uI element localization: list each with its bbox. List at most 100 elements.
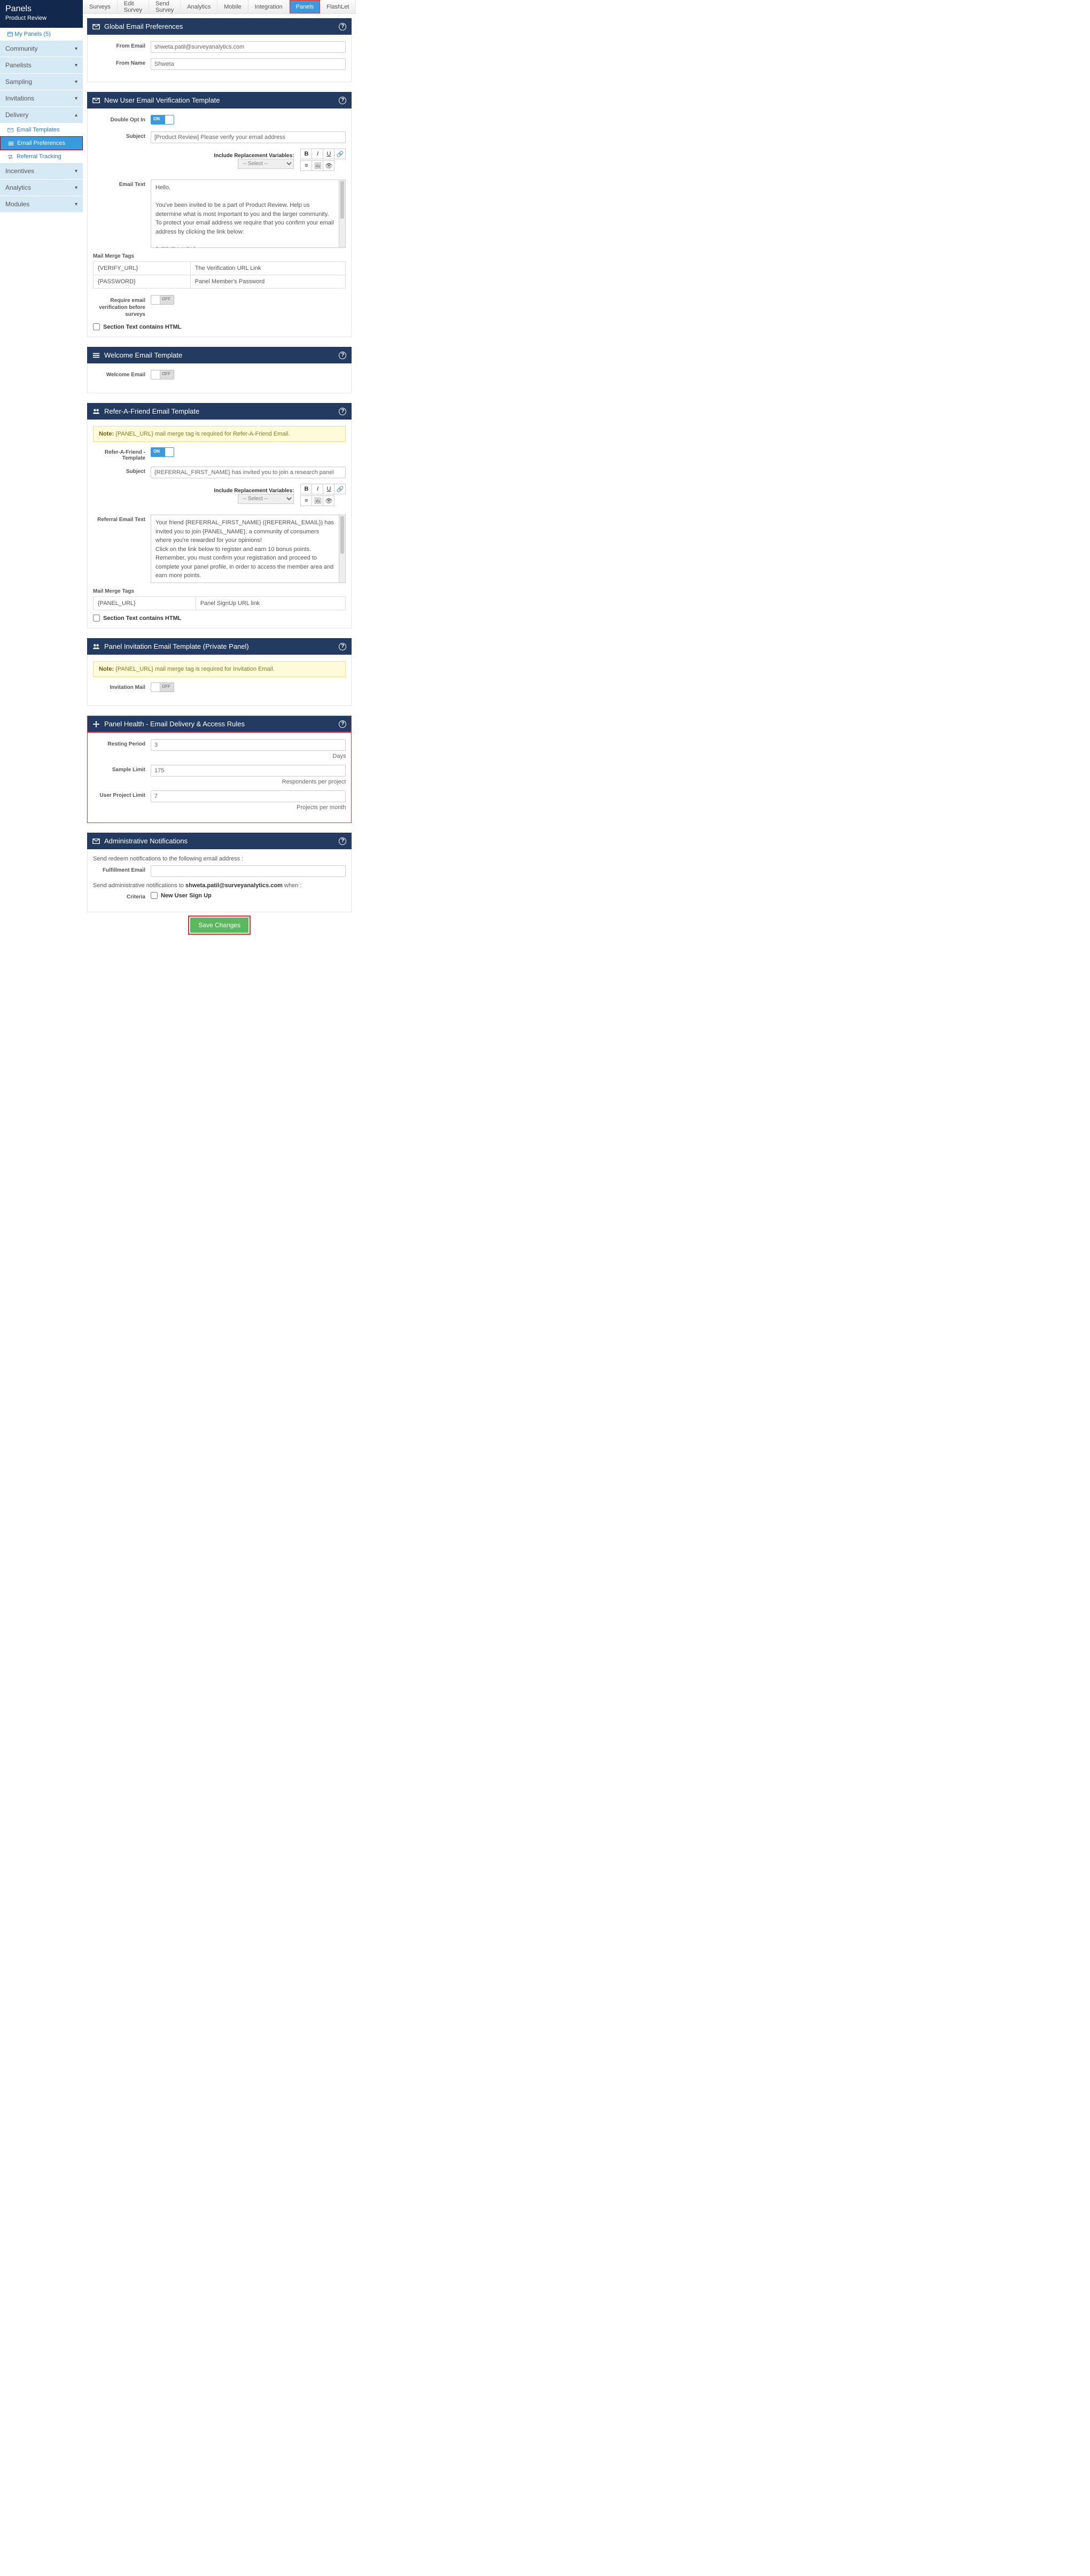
sidebar-header: Panels Product Review [0,0,83,28]
preview-button[interactable]: 👁 [323,495,334,506]
help-icon[interactable]: ? [339,23,346,30]
nav-flashlet[interactable]: FlashLet [320,0,356,13]
align-button[interactable]: ≡ [300,495,312,506]
refer-subject-input[interactable] [151,467,346,478]
nav-mobile[interactable]: Mobile [217,0,248,13]
global-email-header: Global Email Preferences ? [87,18,352,35]
link-button[interactable]: 🔗 [334,149,346,159]
panel-title: Global Email Preferences [104,22,183,30]
irv-select[interactable]: -- Select -- [238,494,294,504]
irv-label: Include Replacement Variables: [214,153,294,159]
underline-button[interactable]: U [323,484,334,494]
fulfillment-input[interactable] [151,865,346,877]
envelope-icon [92,23,100,30]
email-text-label: Email Text [93,180,151,188]
sidebar-item-email-preferences[interactable]: Email Preferences [0,136,83,150]
link-button[interactable]: 🔗 [334,484,346,494]
irv-select[interactable]: -- Select -- [238,159,294,169]
nav-panels[interactable]: Panels [290,0,321,13]
admin-body: Send redeem notifications to the followi… [87,849,352,912]
from-name-input[interactable] [151,58,346,70]
table-row: {VERIFY_URL}The Verification URL Link [94,262,346,275]
referral-text-label: Referral Email Text [93,515,151,523]
nav-surveys[interactable]: Surveys [83,0,118,13]
help-icon[interactable]: ? [339,408,346,415]
html-checkbox[interactable] [93,615,100,622]
panel-title: Refer-A-Friend Email Template [104,407,199,415]
admin-header: Administrative Notifications ? [87,833,352,849]
panel-title: Welcome Email Template [104,351,182,359]
sidebar-mypanels[interactable]: My Panels (5) [0,28,83,41]
criteria-label: Criteria [93,892,151,900]
html-checkbox[interactable] [93,323,100,330]
sample-limit-input[interactable] [151,765,346,777]
double-opt-toggle[interactable] [151,115,174,125]
sidebar-title: Panels [5,4,77,14]
refer-template-toggle[interactable] [151,447,174,457]
sidebar-section-community[interactable]: Community▾ [0,41,83,57]
help-icon[interactable]: ? [339,720,346,728]
image-button[interactable]: 🖼 [312,160,323,171]
image-button[interactable]: 🖼 [312,495,323,506]
nav-edit-survey[interactable]: Edit Survey [118,0,149,13]
bold-button[interactable]: B [300,484,312,494]
global-email-body: From Email From Name [87,35,352,82]
sidebar-section-sampling[interactable]: Sampling▾ [0,74,83,90]
save-changes-button[interactable]: Save Changes [190,918,248,933]
from-name-label: From Name [93,58,151,66]
resting-hint: Days [151,753,346,759]
preview-button[interactable]: 👁 [323,160,334,171]
italic-button[interactable]: I [312,149,323,159]
welcome-toggle[interactable] [151,370,174,379]
panel-title: Panel Health - Email Delivery & Access R… [104,720,245,728]
refer-subject-label: Subject [93,467,151,475]
sidebar-item-referral-tracking[interactable]: Referral Tracking [0,150,83,163]
table-row: {PASSWORD}Panel Member's Password [94,275,346,289]
sidebar-section-incentives[interactable]: Incentives▾ [0,163,83,180]
sidebar: Panels Product Review My Panels (5) Comm… [0,0,83,949]
mm-table: {PANEL_URL}Panel SignUp URL link [93,596,346,610]
referral-text-textarea[interactable] [151,515,339,583]
nav-integration[interactable]: Integration [248,0,290,13]
verify-body: Double Opt In Subject Include Replacemen… [87,108,352,337]
help-icon[interactable]: ? [339,352,346,359]
from-email-label: From Email [93,41,151,49]
resting-period-label: Resting Period [93,739,151,747]
nav-send-survey[interactable]: Send Survey [149,0,181,13]
scrollbar[interactable] [339,515,346,583]
sidebar-section-analytics[interactable]: Analytics▾ [0,180,83,196]
from-email-input[interactable] [151,41,346,53]
user-hint: Projects per month [151,804,346,811]
align-button[interactable]: ≡ [300,160,312,171]
criteria-checkbox[interactable] [151,892,158,899]
scrollbar[interactable] [339,180,346,248]
sidebar-section-panelists[interactable]: Panelists▾ [0,57,83,74]
sidebar-section-modules[interactable]: Modules▾ [0,196,83,213]
resting-period-input[interactable] [151,739,346,751]
note-box: Note: {PANEL_URL} mail merge tag is requ… [93,661,346,677]
note-box: Note: {PANEL_URL} mail merge tag is requ… [93,426,346,442]
require-verification-toggle[interactable] [151,295,174,305]
panel-title: Panel Invitation Email Template (Private… [104,642,249,650]
sidebar-item-email-templates[interactable]: Email Templates [0,123,83,136]
help-icon[interactable]: ? [339,837,346,845]
sidebar-section-delivery[interactable]: Delivery▴ [0,107,83,123]
underline-button[interactable]: U [323,149,334,159]
list-icon [8,141,14,146]
user-limit-input[interactable] [151,790,346,802]
bold-button[interactable]: B [300,149,312,159]
caret-up-icon: ▴ [75,112,77,118]
panels-icon [7,32,13,37]
invitation-mail-toggle[interactable] [151,682,174,692]
sidebar-section-invitations[interactable]: Invitations▾ [0,90,83,107]
italic-button[interactable]: I [312,484,323,494]
email-text-textarea[interactable] [151,180,339,248]
mypanels-link[interactable]: My Panels (5) [14,31,51,37]
nav-analytics[interactable]: Analytics [181,0,217,13]
help-icon[interactable]: ? [339,97,346,104]
help-icon[interactable]: ? [339,643,346,650]
caret-down-icon: ▾ [75,168,77,174]
subject-input[interactable] [151,131,346,143]
refer-template-label: Refer-A-Friend - Template [93,447,151,461]
caret-down-icon: ▾ [75,46,77,52]
